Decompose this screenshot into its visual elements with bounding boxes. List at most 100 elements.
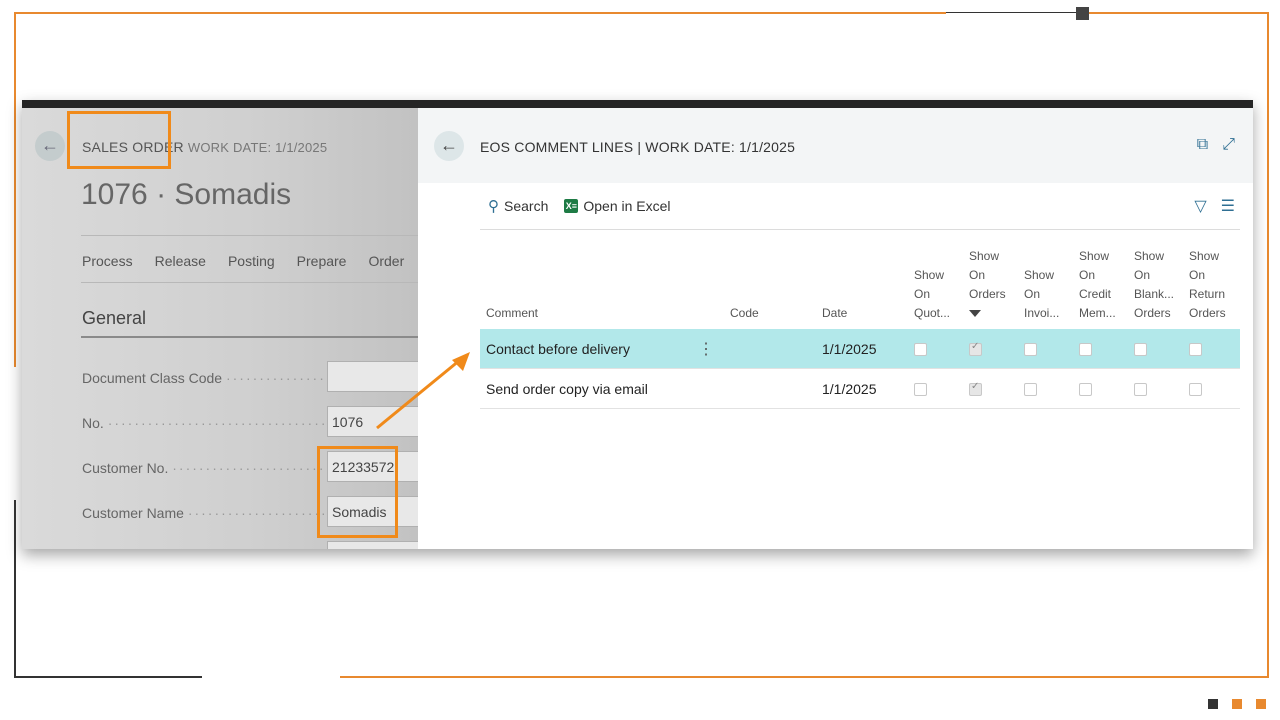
menu-posting[interactable]: Posting [228, 253, 275, 269]
comment-cell[interactable]: Send order copy via email [480, 368, 692, 409]
frame-left-dark-line [14, 500, 16, 677]
row-actions-menu[interactable]: ⋮ [692, 329, 724, 369]
slide-dot-dark [1208, 699, 1218, 709]
section-general[interactable]: General [82, 308, 146, 329]
menu-process[interactable]: Process [82, 253, 133, 269]
frame-top-right-line [1089, 12, 1269, 14]
highlight-sales-order [67, 111, 171, 169]
checkbox[interactable] [1079, 383, 1092, 397]
row-actions-spacer [692, 368, 724, 409]
comment-lines-panel: ← EOS COMMENT LINES | WORK DATE: 1/1/202… [418, 108, 1253, 549]
search-label: Search [504, 198, 549, 214]
checkbox[interactable] [1189, 343, 1202, 357]
section-underline [81, 336, 421, 338]
show-on-orders-cell [963, 368, 1018, 409]
action-menu: Process Release Posting Prepare Order R [82, 253, 436, 269]
toolbar-right-actions: ▽ ☰ [1194, 196, 1235, 216]
panel-toolbar: ⚲ Search X≡ Open in Excel [488, 197, 671, 215]
col-show-on-invoices[interactable]: Show On Invoi... [1018, 243, 1073, 329]
checkbox[interactable] [914, 383, 927, 397]
highlight-customer-fields [317, 446, 398, 538]
back-arrow-icon: ← [41, 135, 59, 155]
back-arrow-icon: ← [440, 135, 458, 155]
show-on-credit-memos-cell [1073, 329, 1128, 369]
screenshot: ← SALES ORDER WORK DATE: 1/1/2025 1076 ·… [22, 100, 1253, 549]
show-on-blanket-orders-cell [1128, 368, 1183, 409]
frame-corner-square [1076, 7, 1089, 20]
kebab-icon[interactable]: ⋮ [698, 341, 714, 358]
page-title: 1076 · Somadis [81, 178, 292, 211]
divider [81, 235, 421, 236]
frame-right-line [1267, 12, 1269, 677]
checkbox[interactable] [914, 343, 927, 357]
comment-cell[interactable]: Contact before delivery [480, 329, 692, 369]
table-row[interactable]: Contact before delivery ⋮ 1/1/2025 [480, 329, 1240, 369]
toolbar-divider [480, 229, 1240, 230]
panel-back-button[interactable]: ← [434, 131, 464, 161]
menu-release[interactable]: Release [155, 253, 206, 269]
col-code[interactable]: Code [724, 243, 816, 329]
checkbox[interactable] [1134, 383, 1147, 397]
checkbox[interactable] [1079, 343, 1092, 357]
browser-top-bar [22, 100, 1253, 108]
field-label-no: No. ·································· [82, 415, 335, 431]
show-on-return-orders-cell [1183, 368, 1240, 409]
date-cell[interactable]: 1/1/2025 [816, 329, 908, 369]
show-on-blanket-orders-cell [1128, 329, 1183, 369]
popout-icon[interactable]: ⧉ [1197, 136, 1208, 154]
col-show-on-quotes[interactable]: Show On Quot... [908, 243, 963, 329]
col-show-on-credit-memos[interactable]: Show On Credit Mem... [1073, 243, 1128, 329]
open-in-excel-button[interactable]: X≡ Open in Excel [564, 198, 671, 214]
col-show-on-blanket-orders[interactable]: Show On Blank... Orders [1128, 243, 1183, 329]
divider [81, 282, 421, 283]
show-on-invoices-cell [1018, 368, 1073, 409]
back-button[interactable]: ← [35, 131, 65, 161]
show-on-return-orders-cell [1183, 329, 1240, 369]
frame-left-line [14, 12, 16, 367]
checkbox-checked[interactable] [969, 381, 982, 397]
col-spacer [692, 243, 724, 329]
search-button[interactable]: ⚲ Search [488, 197, 548, 215]
checkbox[interactable] [1024, 383, 1037, 397]
no-field[interactable]: 1076 [327, 406, 422, 437]
checkbox-checked[interactable] [969, 341, 982, 357]
table-header-row: Comment Code Date Show On Quot... Show O… [480, 243, 1240, 329]
list-view-icon[interactable]: ☰ [1221, 196, 1235, 216]
col-date[interactable]: Date [816, 243, 908, 329]
search-icon: ⚲ [488, 198, 499, 215]
document-class-code-field[interactable] [327, 361, 422, 392]
checkbox[interactable] [1024, 343, 1037, 357]
col-comment[interactable]: Comment [480, 243, 692, 329]
frame-bottom-dark-line [14, 676, 202, 678]
code-cell[interactable] [724, 329, 816, 369]
checkbox[interactable] [1134, 343, 1147, 357]
slide-dot-orange-1 [1232, 699, 1242, 709]
col-show-on-orders[interactable]: Show On Orders [963, 243, 1018, 329]
show-on-orders-cell [963, 329, 1018, 369]
code-cell[interactable] [724, 368, 816, 409]
next-field[interactable] [327, 541, 422, 549]
frame-top-line [14, 12, 946, 14]
frame-bottom-line [340, 676, 1269, 678]
panel-header-actions: ⧉ ⤢ [1197, 136, 1235, 154]
expand-icon[interactable]: ⤢ [1222, 136, 1235, 154]
date-cell[interactable]: 1/1/2025 [816, 368, 908, 409]
col-show-on-return-orders[interactable]: Show On Return Orders [1183, 243, 1240, 329]
table-row[interactable]: Send order copy via email 1/1/2025 [480, 368, 1240, 409]
work-date: WORK DATE: 1/1/2025 [187, 140, 328, 155]
panel-title: EOS COMMENT LINES | WORK DATE: 1/1/2025 [480, 139, 796, 155]
slide-dot-orange-2 [1256, 699, 1266, 709]
menu-prepare[interactable]: Prepare [297, 253, 347, 269]
show-on-invoices-cell [1018, 329, 1073, 369]
show-on-quotes-cell [908, 329, 963, 369]
checkbox[interactable] [1189, 383, 1202, 397]
comment-lines-table: Comment Code Date Show On Quot... Show O… [480, 243, 1240, 409]
open-in-excel-label: Open in Excel [583, 198, 671, 214]
show-on-quotes-cell [908, 368, 963, 409]
column-filter-icon [969, 310, 981, 317]
show-on-credit-memos-cell [1073, 368, 1128, 409]
excel-icon: X≡ [564, 199, 579, 213]
menu-order[interactable]: Order [368, 253, 404, 269]
frame-top-dark-line [946, 12, 1076, 13]
filter-icon[interactable]: ▽ [1194, 196, 1206, 216]
